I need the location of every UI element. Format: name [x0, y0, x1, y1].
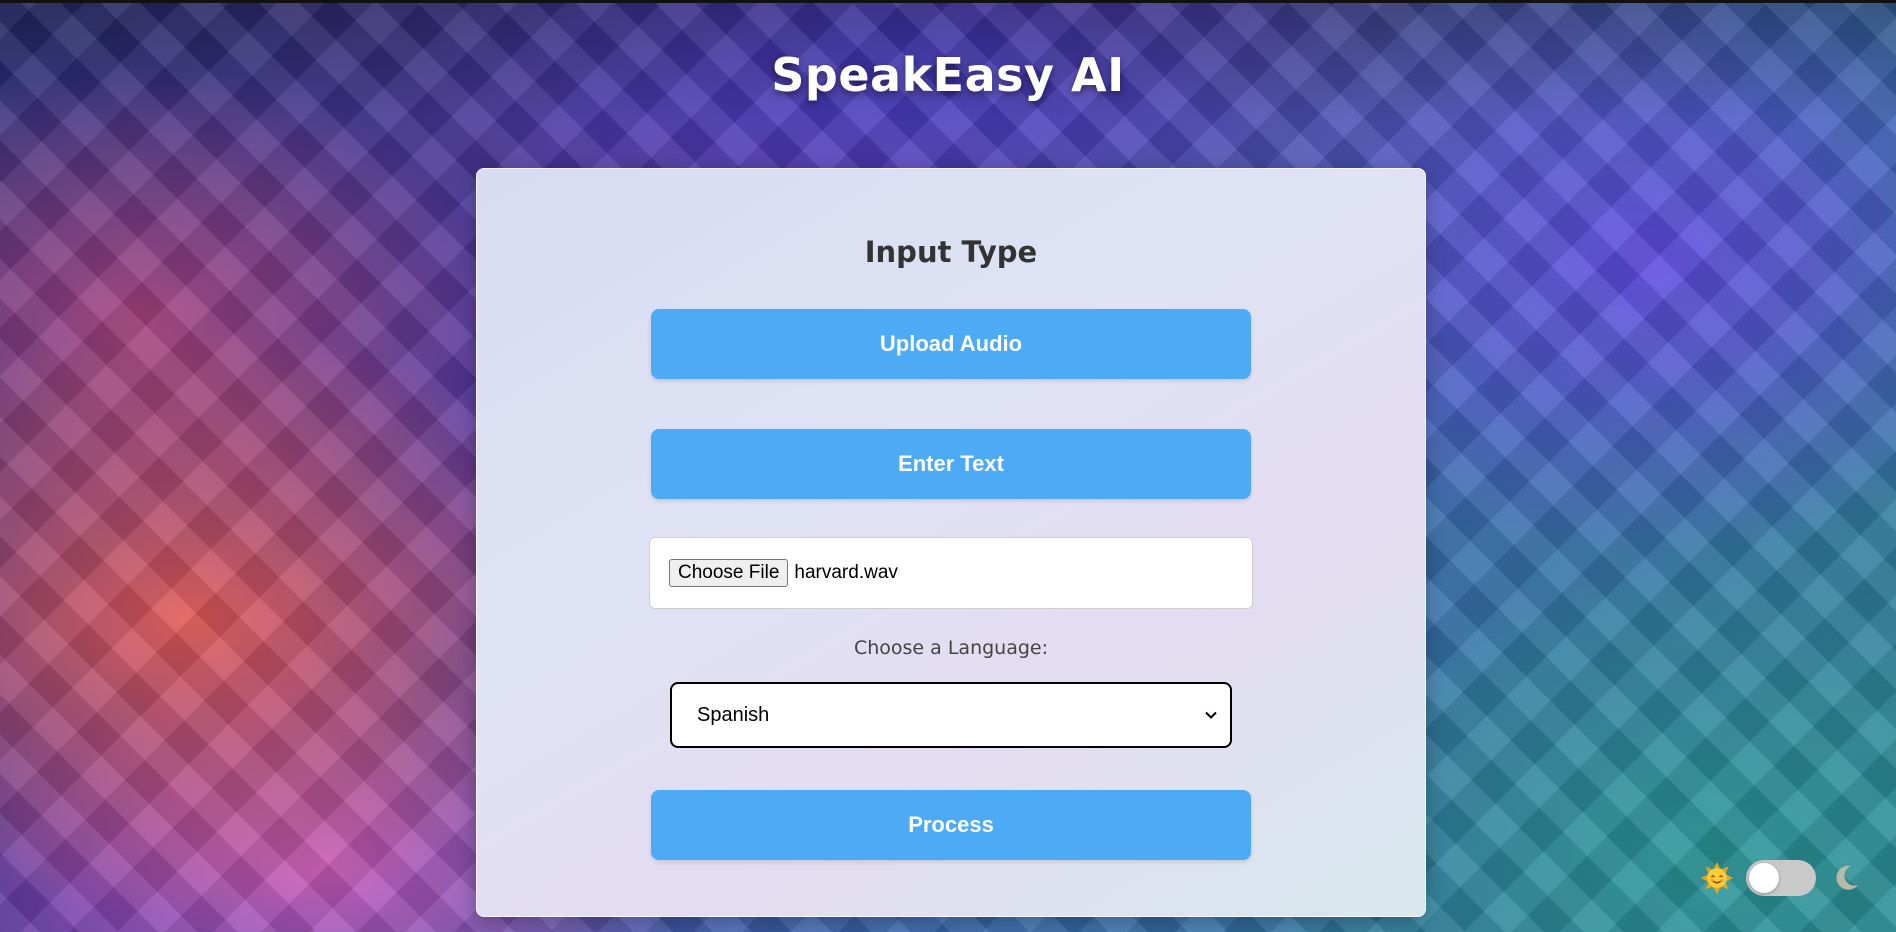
theme-toggle — [1701, 860, 1861, 896]
upload-audio-button[interactable]: Upload Audio — [651, 309, 1251, 379]
language-selected-value: Spanish — [697, 703, 770, 726]
app-title: SpeakEasy AI — [771, 48, 1125, 102]
selected-file-name: harvard.wav — [794, 562, 898, 583]
sun-face-icon — [1701, 862, 1733, 894]
language-label: Choose a Language: — [853, 637, 1049, 659]
top-edge-bar — [0, 0, 1896, 3]
switch-knob — [1749, 863, 1779, 893]
enter-text-button[interactable]: Enter Text — [651, 429, 1251, 499]
chevron-down-icon — [1204, 708, 1218, 722]
process-button[interactable]: Process — [651, 790, 1251, 860]
choose-file-button[interactable]: Choose File — [669, 559, 789, 587]
theme-switch[interactable] — [1746, 860, 1816, 896]
language-select[interactable]: Spanish — [670, 682, 1232, 748]
input-card: Input Type Upload Audio Enter Text Choos… — [476, 168, 1426, 917]
crescent-moon-icon — [1831, 863, 1861, 893]
page-background: SpeakEasy AI Input Type Upload Audio Ent… — [0, 0, 1896, 932]
file-input: Choose File harvard.wav — [649, 537, 1253, 609]
input-type-heading: Input Type — [864, 235, 1038, 269]
